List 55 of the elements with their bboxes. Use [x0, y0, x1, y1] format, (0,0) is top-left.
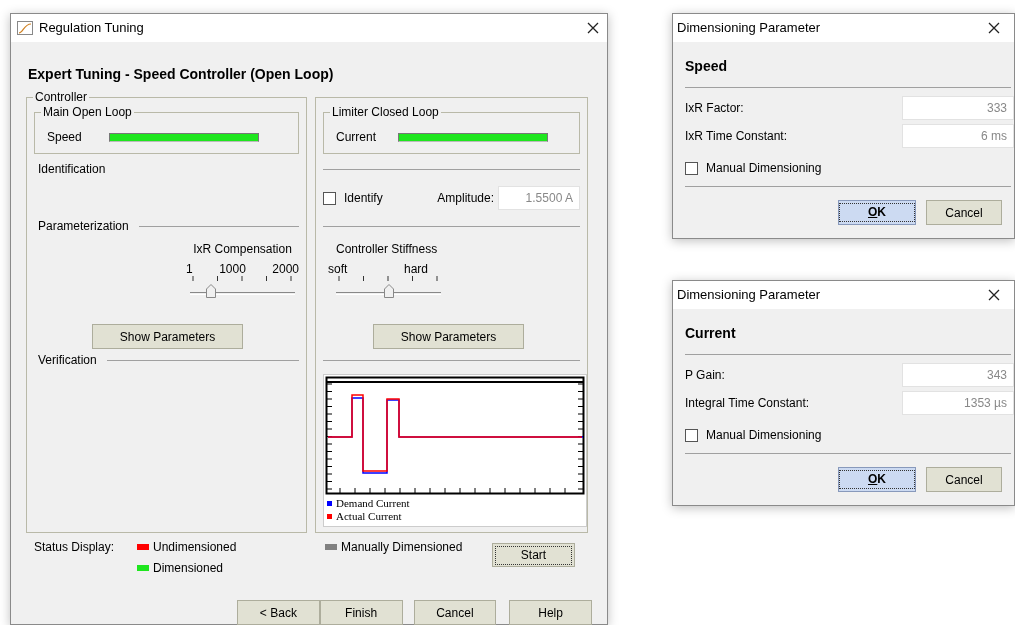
legend-label: Actual Current [336, 510, 402, 523]
dialog-button[interactable]: Cancel [926, 200, 1002, 225]
field-label: IxR Factor: [685, 100, 744, 117]
field-label: Integral Time Constant: [685, 395, 810, 412]
tick-label: 1000 [219, 262, 246, 276]
close-button[interactable] [986, 287, 1002, 303]
chart-icon [17, 21, 33, 35]
dialog-heading: Current [685, 325, 736, 341]
page-heading: Expert Tuning - Speed Controller (Open Loop) [28, 65, 335, 84]
checkbox-label: Identify [344, 190, 383, 207]
wizard-button[interactable]: Finish [319, 600, 403, 625]
group-label: Limiter Closed Loop [330, 105, 441, 119]
slider-thumb[interactable] [383, 284, 394, 298]
group-label: Main Open Loop [41, 105, 134, 119]
status-text: Manually Dimensioned [341, 539, 463, 556]
show-parameters-button[interactable]: Show Parameters [373, 324, 524, 349]
field-label: P Gain: [685, 367, 725, 384]
status-label: Status Display: [33, 539, 116, 556]
loop-name: Speed [47, 129, 83, 146]
checkbox-label: Manual Dimensioning [706, 160, 822, 177]
close-button[interactable] [585, 20, 601, 36]
dialog-title: Dimensioning Parameter [677, 19, 822, 38]
legend-label: Demand Current [336, 497, 410, 510]
field-label: Amplitude: [437, 190, 494, 207]
show-parameters-button[interactable]: Show Parameters [92, 324, 243, 349]
checkbox-label: Manual Dimensioning [706, 427, 822, 444]
tick-label: 1 [186, 262, 193, 276]
tick-label: hard [403, 262, 428, 276]
checkbox[interactable] [323, 191, 336, 205]
slider-label: IxR Compensation [192, 241, 293, 258]
section-label: Identification [38, 161, 106, 178]
field-label: IxR Time Constant: [685, 128, 788, 145]
section-label: Verification [38, 352, 97, 369]
status-text: Dimensioned [153, 560, 224, 577]
tick-label: 2000 [272, 262, 299, 276]
dialog-button[interactable]: OK [838, 467, 916, 492]
dialog-button[interactable]: Cancel [926, 467, 1002, 492]
slider-label: Controller Stiffness [335, 241, 439, 258]
checkbox[interactable] [685, 428, 698, 442]
dialog-button[interactable]: OK [838, 200, 916, 225]
wizard-button[interactable]: < Back [237, 600, 320, 625]
slider-thumb[interactable] [206, 284, 216, 298]
window-title: Regulation Tuning [39, 19, 145, 38]
section-label: Parameterization [38, 218, 129, 235]
checkbox[interactable] [685, 161, 698, 175]
dialog-title: Dimensioning Parameter [677, 286, 822, 305]
close-button[interactable] [986, 20, 1002, 36]
start-button[interactable]: Start [492, 543, 575, 567]
tick-label: soft [328, 262, 348, 276]
dialog-heading: Speed [685, 58, 727, 74]
group-label: Controller [33, 90, 90, 104]
wizard-button[interactable]: Cancel [413, 600, 497, 625]
status-text: Undimensioned [153, 539, 237, 556]
wizard-button[interactable]: Help [509, 600, 592, 625]
loop-name: Current [336, 129, 376, 146]
